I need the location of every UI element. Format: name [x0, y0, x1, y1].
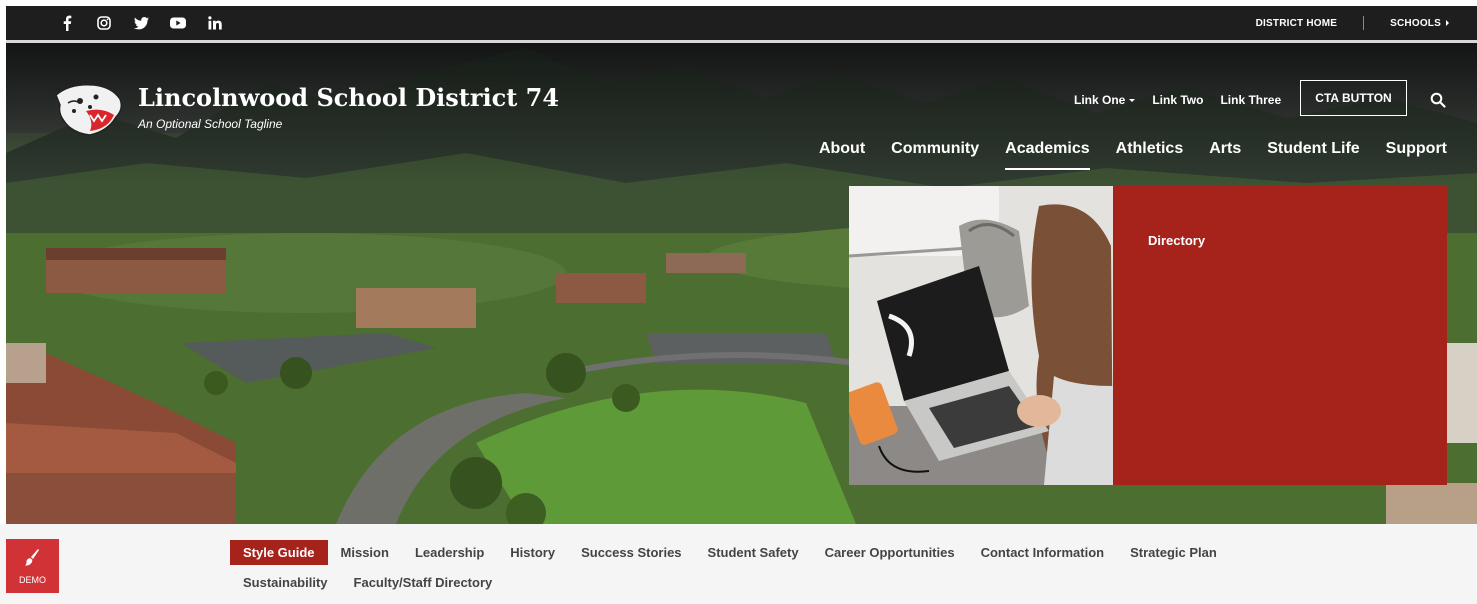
linkedin-icon[interactable]: [206, 14, 224, 32]
dropdown-panel: Directory: [1113, 186, 1447, 485]
subnav-item-success-stories[interactable]: Success Stories: [568, 540, 694, 565]
subnav-row-2: Sustainability Faculty/Staff Directory: [230, 570, 505, 595]
utility-bar: DISTRICT HOME SCHOOLS: [6, 6, 1477, 40]
nav-item-community[interactable]: Community: [891, 140, 979, 170]
jaguar-logo[interactable]: [50, 81, 124, 137]
dropdown-feature-image: [849, 186, 1113, 485]
quick-link-two[interactable]: Link Two: [1152, 93, 1203, 107]
subnav-item-style-guide[interactable]: Style Guide: [230, 540, 328, 565]
quick-links: Link One Link Two Link Three: [1074, 90, 1298, 110]
subnav-item-career-opportunities[interactable]: Career Opportunities: [812, 540, 968, 565]
subnav-item-strategic-plan[interactable]: Strategic Plan: [1117, 540, 1230, 565]
divider: [1363, 16, 1365, 30]
facebook-icon[interactable]: [58, 14, 76, 32]
paintbrush-icon: [25, 549, 39, 566]
nav-item-student-life[interactable]: Student Life: [1267, 140, 1359, 170]
subnav-item-student-safety[interactable]: Student Safety: [695, 540, 812, 565]
quick-link-three[interactable]: Link Three: [1220, 93, 1281, 107]
twitter-icon[interactable]: [132, 14, 150, 32]
search-icon[interactable]: [1430, 92, 1446, 108]
demo-badge[interactable]: DEMO: [6, 539, 59, 593]
subnav-item-leadership[interactable]: Leadership: [402, 540, 497, 565]
subnav-item-sustainability[interactable]: Sustainability: [230, 570, 341, 595]
nav-item-arts[interactable]: Arts: [1209, 140, 1241, 170]
nav-item-support[interactable]: Support: [1386, 140, 1447, 170]
subnav-item-faculty-staff-directory[interactable]: Faculty/Staff Directory: [341, 570, 506, 595]
chevron-right-icon: [1446, 19, 1449, 26]
schools-label: SCHOOLS: [1390, 17, 1441, 29]
site-tagline: An Optional School Tagline: [138, 117, 283, 131]
dropdown-link-directory[interactable]: Directory: [1148, 233, 1205, 248]
site-title[interactable]: Lincolnwood School District 74: [138, 83, 559, 112]
schools-dropdown[interactable]: SCHOOLS: [1390, 18, 1449, 29]
subnav-row-1: Style Guide Mission Leadership History S…: [230, 540, 1230, 565]
subnav-item-mission[interactable]: Mission: [328, 540, 402, 565]
cta-button[interactable]: CTA BUTTON: [1300, 80, 1407, 116]
chevron-down-icon: [1129, 99, 1136, 103]
utility-links: DISTRICT HOME SCHOOLS: [1256, 6, 1449, 40]
social-links: [58, 6, 224, 40]
section-subnav: DEMO Style Guide Mission Leadership Hist…: [0, 524, 1477, 604]
instagram-icon[interactable]: [95, 14, 113, 32]
subnav-item-history[interactable]: History: [497, 540, 568, 565]
youtube-icon[interactable]: [169, 14, 187, 32]
student-laptop-photo: [849, 186, 1113, 485]
main-nav: About Community Academics Athletics Arts…: [793, 140, 1447, 170]
quick-link-label: Link One: [1074, 93, 1126, 107]
subnav-item-contact-information[interactable]: Contact Information: [968, 540, 1118, 565]
district-home-link[interactable]: DISTRICT HOME: [1256, 18, 1338, 29]
quick-link-one[interactable]: Link One: [1074, 93, 1136, 107]
nav-item-athletics[interactable]: Athletics: [1116, 140, 1184, 170]
nav-item-about[interactable]: About: [819, 140, 865, 170]
demo-label: DEMO: [19, 575, 46, 585]
nav-item-academics[interactable]: Academics: [1005, 140, 1090, 170]
